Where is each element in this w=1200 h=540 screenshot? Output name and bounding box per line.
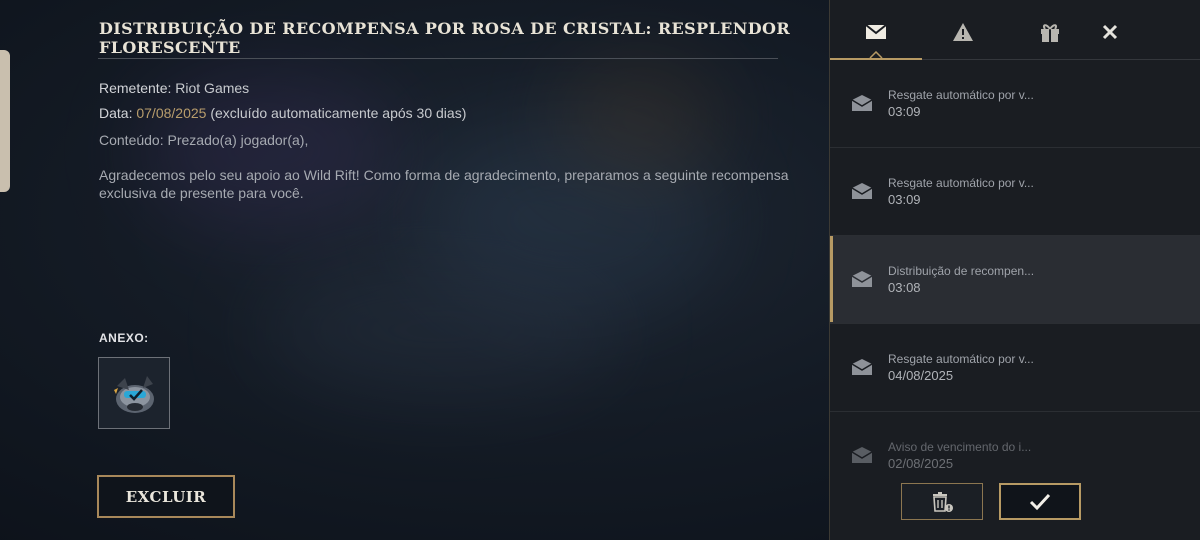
claim-all-button[interactable] xyxy=(999,483,1081,520)
sender-value: Riot Games xyxy=(175,80,250,96)
date-line: Data: 07/08/2025 (excluído automaticamen… xyxy=(99,105,466,121)
tab-gift[interactable] xyxy=(1030,12,1070,52)
mail-time: 03:09 xyxy=(888,192,921,207)
sender-line: Remetente: Riot Games xyxy=(99,80,249,96)
mail-body: Agradecemos pelo seu apoio ao Wild Rift!… xyxy=(99,167,789,201)
content-line: Conteúdo: Prezado(a) jogador(a), xyxy=(99,132,309,148)
mail-list-item[interactable]: Resgate automático por v... 03:09 xyxy=(830,148,1200,236)
mail-title: DISTRIBUIÇÃO DE RECOMPENSA POR ROSA DE C… xyxy=(99,19,791,57)
mail-subject: Aviso de vencimento do i... xyxy=(888,440,1032,454)
delete-button[interactable]: EXCLUIR xyxy=(97,475,235,518)
mail-list-item[interactable]: Aviso de vencimento do i... 02/08/2025 xyxy=(830,412,1200,470)
mail-list-item[interactable]: Resgate automático por v... 04/08/2025 xyxy=(830,324,1200,412)
mail-icon xyxy=(865,24,887,39)
check-icon xyxy=(1029,493,1051,510)
caret-up-icon xyxy=(869,51,883,59)
date-value: 07/08/2025 xyxy=(136,105,207,121)
sender-label: Remetente: xyxy=(99,80,172,96)
tab-alert[interactable] xyxy=(943,12,983,52)
warning-icon xyxy=(953,23,973,41)
envelope-icon xyxy=(851,447,873,463)
mail-list-item-selected[interactable]: Distribuição de recompen... 03:08 xyxy=(830,236,1200,324)
mail-panel: Resgate automático por v... 03:09 Resgat… xyxy=(829,0,1200,540)
mail-detail: DISTRIBUIÇÃO DE RECOMPENSA POR ROSA DE C… xyxy=(0,0,828,540)
mail-time: 04/08/2025 xyxy=(888,368,954,383)
mail-time: 03:09 xyxy=(888,104,921,119)
poro-icon xyxy=(114,376,154,413)
date-note: (excluído automaticamente após 30 dias) xyxy=(210,105,467,121)
envelope-icon xyxy=(851,95,873,111)
mail-subject: Resgate automático por v... xyxy=(888,352,1034,366)
gift-icon xyxy=(1041,24,1059,42)
date-label: Data: xyxy=(99,105,133,121)
title-divider xyxy=(98,58,778,59)
delete-all-button[interactable] xyxy=(901,483,983,520)
mail-list: Resgate automático por v... 03:09 Resgat… xyxy=(830,60,1200,470)
close-button[interactable] xyxy=(1090,12,1130,52)
envelope-icon xyxy=(851,359,873,375)
trash-all-icon xyxy=(933,491,953,512)
attachment-item[interactable] xyxy=(98,357,170,429)
selected-indicator xyxy=(830,236,833,322)
attachment-label: ANEXO: xyxy=(99,331,149,345)
mail-subject: Resgate automático por v... xyxy=(888,88,1034,102)
mail-subject: Distribuição de recompen... xyxy=(888,264,1035,278)
mail-time: 02/08/2025 xyxy=(888,456,954,470)
mail-list-item[interactable]: Resgate automático por v... 03:09 xyxy=(830,60,1200,148)
panel-tabs xyxy=(830,0,1200,60)
mail-time: 03:08 xyxy=(888,280,921,295)
mail-subject: Resgate automático por v... xyxy=(888,176,1034,190)
tab-mail[interactable] xyxy=(856,12,896,52)
envelope-icon xyxy=(851,271,873,287)
close-icon xyxy=(1102,24,1118,40)
envelope-icon xyxy=(851,183,873,199)
